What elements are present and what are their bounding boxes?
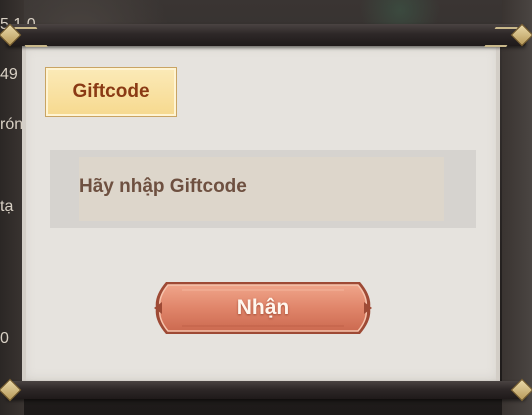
claim-button[interactable]: Nhận xyxy=(152,278,374,338)
background-text-fragment: 0 xyxy=(0,330,9,347)
claim-button-label: Nhận xyxy=(236,296,290,319)
background-text-fragment: tạ xyxy=(0,198,14,215)
giftcode-input-placeholder: Hãy nhập Giftcode xyxy=(79,176,247,197)
background-text-fragment: 49 xyxy=(0,66,18,83)
chevron-ornament-icon xyxy=(14,27,48,47)
scroll-rod-top xyxy=(0,23,532,47)
paper-edge-right xyxy=(496,44,500,382)
tab-giftcode-label: Giftcode xyxy=(72,81,150,102)
paper-edge-left xyxy=(22,44,26,382)
tab-giftcode[interactable]: Giftcode xyxy=(45,67,177,117)
background-text-fragment: rón xyxy=(0,116,24,133)
background-right-panel xyxy=(502,0,532,415)
scroll-rod-bottom xyxy=(0,378,532,402)
background-left-panel: 5.1.0 49 rón tạ 0 xyxy=(0,0,36,415)
